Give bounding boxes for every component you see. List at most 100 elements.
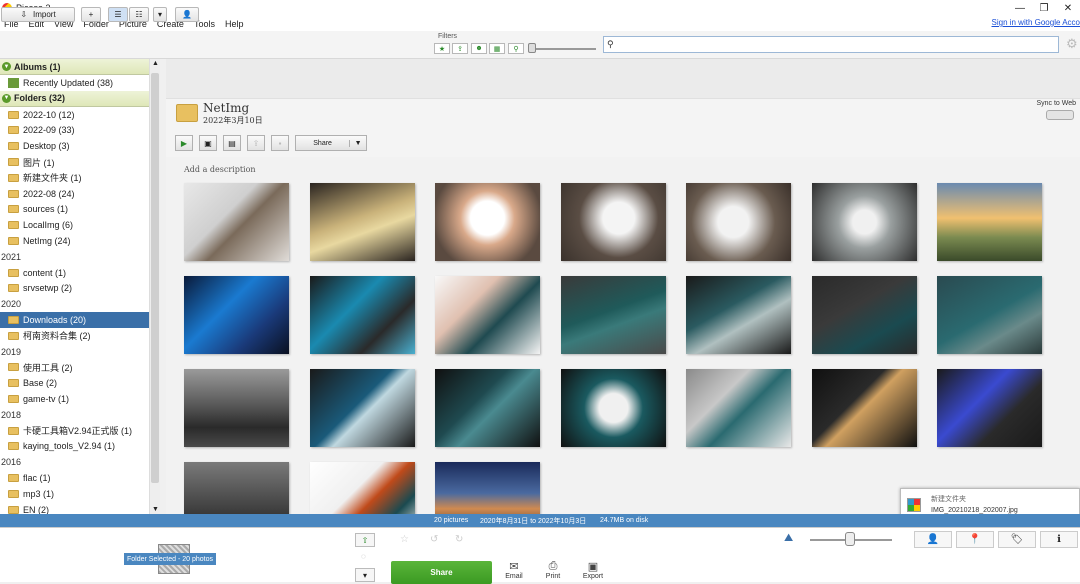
photo-thumbnail[interactable]	[686, 276, 791, 354]
sidebar-item-folder[interactable]: 新建文件夹 (1)	[0, 170, 159, 186]
sidebar-item-folder[interactable]: NetImg (24)	[0, 233, 159, 249]
photo-thumbnail[interactable]	[937, 276, 1042, 354]
sidebar-item-folder[interactable]: game-tv (1)	[0, 391, 159, 407]
photo-thumbnail[interactable]	[686, 369, 791, 447]
save-button[interactable]: ▪	[271, 135, 289, 151]
sidebar-item-folder[interactable]: 使用工具 (2)	[0, 360, 159, 376]
collage-button[interactable]: ▣	[199, 135, 217, 151]
scrollbar-thumb[interactable]	[151, 73, 159, 483]
info-pane-button[interactable]: ℹ	[1040, 531, 1078, 548]
photo-thumbnail[interactable]	[561, 276, 666, 354]
sidebar-item-folder[interactable]: mp3 (1)	[0, 486, 159, 502]
star-filter-button[interactable]: ★	[434, 43, 450, 54]
photo-thumbnail[interactable]	[310, 183, 415, 261]
view-dropdown-button[interactable]: ▾	[153, 7, 167, 22]
photo-thumbnail[interactable]	[937, 369, 1042, 447]
photo-thumbnail[interactable]	[812, 369, 917, 447]
sidebar-item-folder[interactable]: 图片 (1)	[0, 154, 159, 170]
places-pane-button[interactable]: 📍	[956, 531, 994, 548]
rotate-left-icon[interactable]: ↺	[430, 534, 438, 545]
sync-to-web-toggle[interactable]	[1046, 110, 1074, 120]
thumbnail-zoom-thumb[interactable]	[845, 532, 855, 546]
share-button[interactable]: Share	[391, 561, 492, 584]
sidebar-item-folder[interactable]: flac (1)	[0, 470, 159, 486]
folder-description[interactable]: Add a description	[184, 165, 256, 174]
sidebar-item-label: content (1)	[23, 268, 66, 278]
minimize-button[interactable]: —	[1008, 0, 1032, 16]
star-icon[interactable]: ☆	[400, 534, 409, 545]
photo-thumbnail[interactable]	[937, 183, 1042, 261]
collapse-icon[interactable]: ▼	[2, 62, 11, 71]
add-to-album-button[interactable]: +	[81, 7, 101, 22]
people-button[interactable]: 👤	[175, 7, 199, 22]
filter-slider-thumb[interactable]	[528, 43, 536, 53]
photo-thumbnail[interactable]	[435, 462, 540, 514]
sidebar-item-folder[interactable]: Base (2)	[0, 375, 159, 391]
photo-thumbnail[interactable]	[561, 369, 666, 447]
people-pane-button[interactable]: 👤	[914, 531, 952, 548]
photo-thumbnail[interactable]	[310, 369, 415, 447]
slideshow-button[interactable]: ▶	[175, 135, 193, 151]
rotate-right-icon[interactable]: ↻	[455, 534, 463, 545]
faces-filter-button[interactable]: ☻	[471, 43, 487, 54]
sidebar-item-recently-updated[interactable]: Recently Updated (38)	[0, 75, 159, 91]
sidebar-scrollbar[interactable]: ▲ ▼	[149, 59, 160, 514]
hold-button[interactable]: ⇧	[355, 533, 375, 547]
import-button[interactable]: ⇩ Import	[1, 7, 75, 22]
sidebar-item-folder[interactable]: LocalImg (6)	[0, 217, 159, 233]
scroll-up-icon[interactable]: ▲	[152, 60, 159, 67]
geotag-filter-button[interactable]: ⚲	[508, 43, 524, 54]
upload-button[interactable]: ⇪	[247, 135, 265, 151]
photo-thumbnail[interactable]	[310, 462, 415, 514]
movie-button[interactable]: ▤	[223, 135, 241, 151]
tags-pane-button[interactable]: 🏷	[998, 531, 1036, 548]
sidebar-item-folder[interactable]: 2022-08 (24)	[0, 186, 159, 202]
photo-thumbnail[interactable]	[435, 183, 540, 261]
sidebar-item-folder[interactable]: sources (1)	[0, 202, 159, 218]
upload-filter-button[interactable]: ⇪	[452, 43, 468, 54]
close-button[interactable]: ✕	[1056, 0, 1080, 16]
folder-name[interactable]: NetImg	[203, 101, 249, 115]
photo-thumbnail[interactable]	[184, 183, 289, 261]
sidebar-item-folder[interactable]: Downloads (20)	[0, 312, 159, 328]
add-to-button[interactable]: ▾	[355, 568, 375, 582]
chevron-down-icon[interactable]: ▼	[349, 140, 366, 147]
maximize-button[interactable]: ❐	[1032, 0, 1056, 16]
filter-slider-track[interactable]	[530, 48, 596, 50]
detail-view-button[interactable]: ☷	[129, 7, 149, 22]
photo-thumbnail[interactable]	[561, 183, 666, 261]
sidebar-item-folder[interactable]: content (1)	[0, 265, 159, 281]
sidebar-item-folder[interactable]: Desktop (3)	[0, 138, 159, 154]
video-filter-button[interactable]: ▦	[489, 43, 505, 54]
collapse-icon[interactable]: ▼	[2, 94, 11, 103]
photo-thumbnail[interactable]	[812, 183, 917, 261]
clear-icon[interactable]: ◌	[361, 552, 366, 561]
gear-icon[interactable]: ⚙	[1066, 36, 1078, 52]
photo-thumbnail[interactable]	[184, 462, 289, 514]
photo-thumbnail[interactable]	[184, 276, 289, 354]
albums-header[interactable]: ▼ Albums (1)	[0, 59, 159, 75]
sidebar-item-folder[interactable]: 2022-10 (12)	[0, 107, 159, 123]
sidebar-item-folder[interactable]: 卡硬工具箱V2.94正式版 (1)	[0, 423, 159, 439]
export-button[interactable]: ▣ Export	[578, 560, 608, 580]
print-button[interactable]: ⎙ Print	[538, 560, 568, 580]
search-field[interactable]: ⚲	[603, 36, 1059, 53]
folders-header[interactable]: ▼ Folders (32)	[0, 91, 159, 107]
sign-in-link[interactable]: Sign in with Google Acco	[992, 18, 1080, 27]
photo-thumbnail[interactable]	[184, 369, 289, 447]
sidebar-item-folder[interactable]: kaying_tools_V2.94 (1)	[0, 439, 159, 455]
photo-thumbnail[interactable]	[686, 183, 791, 261]
sidebar-item-folder[interactable]: 柯南资料合集 (2)	[0, 328, 159, 344]
email-button[interactable]: ✉ Email	[499, 560, 529, 580]
photo-thumbnail[interactable]	[435, 276, 540, 354]
photo-thumbnail[interactable]	[812, 276, 917, 354]
photo-thumbnail[interactable]	[310, 276, 415, 354]
photo-thumbnail[interactable]	[435, 369, 540, 447]
thumbnail-view-button[interactable]: ☰	[108, 7, 128, 22]
menu-help[interactable]: Help	[221, 19, 250, 29]
sidebar-item-folder[interactable]: srvsetwp (2)	[0, 281, 159, 297]
folder-share-button[interactable]: Share ▼	[295, 135, 367, 151]
sidebar-item-folder[interactable]: EN (2)	[0, 502, 159, 514]
sidebar-item-folder[interactable]: 2022-09 (33)	[0, 123, 159, 139]
scroll-down-icon[interactable]: ▼	[152, 506, 159, 513]
